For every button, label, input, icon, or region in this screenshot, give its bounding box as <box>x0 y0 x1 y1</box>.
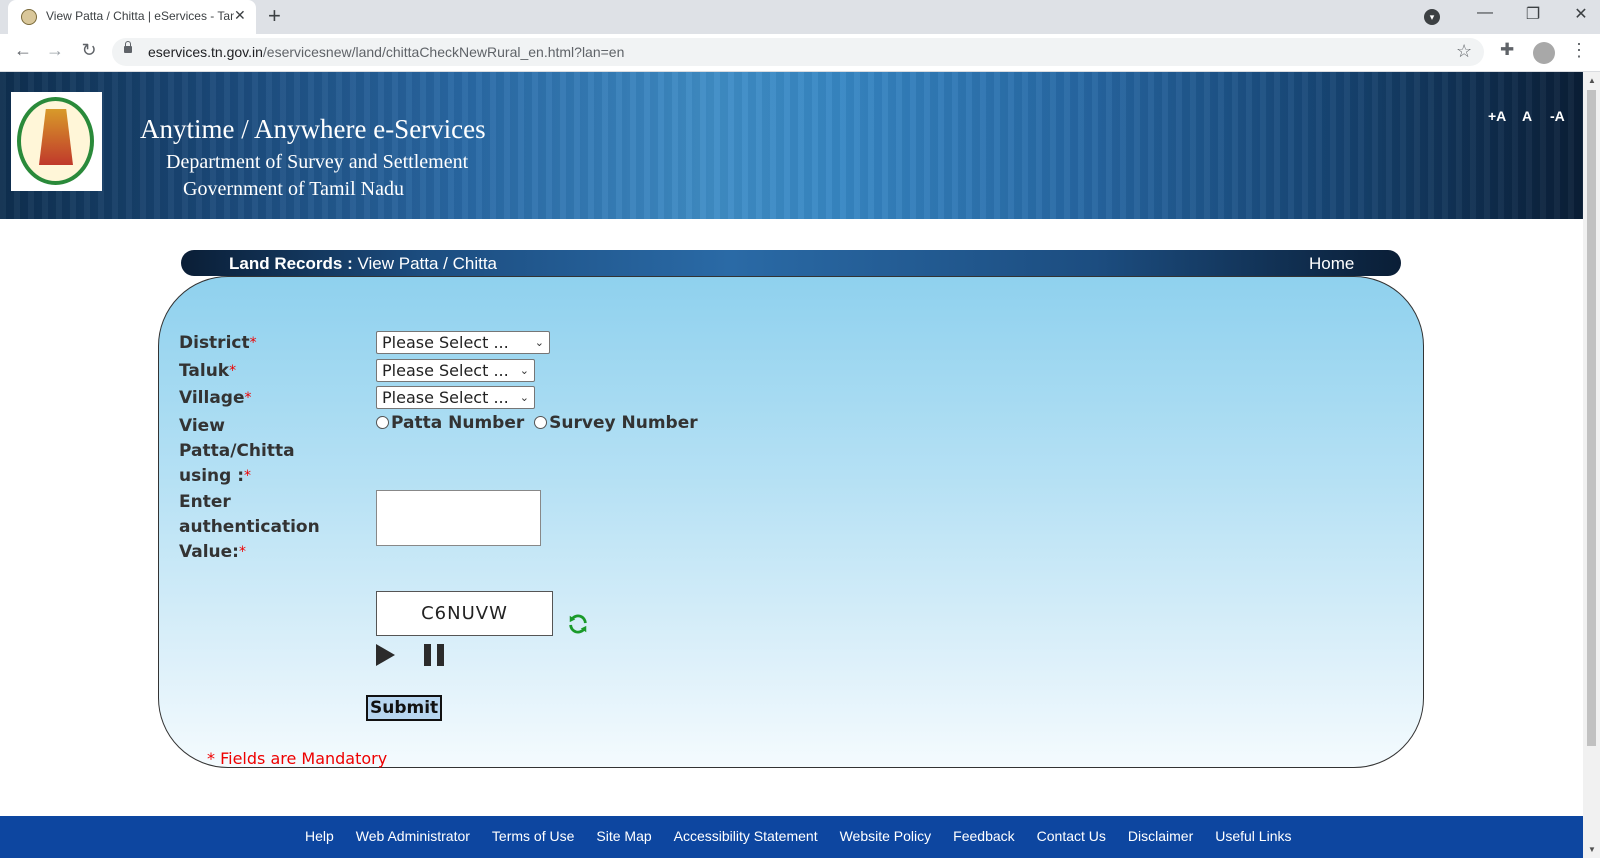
submit-button[interactable]: Submit <box>366 695 443 721</box>
village-label: Village* <box>179 386 359 411</box>
view-using-radio-group: Patta Number Survey Number <box>376 413 698 433</box>
extensions-icon[interactable]: ✚ <box>1500 40 1514 60</box>
close-icon[interactable]: ✕ <box>1566 4 1596 24</box>
auth-value-label: Enter authentication Value:* <box>179 490 339 565</box>
footer-link-useful-links[interactable]: Useful Links <box>1215 828 1291 844</box>
section-title-rest: View Patta / Chitta <box>352 254 498 273</box>
footer-links: Help Web Administrator Terms of Use Site Ma… <box>305 828 1314 844</box>
url-host: eservices.tn.gov.in <box>148 44 263 60</box>
district-select[interactable]: Please Select ... ⌄ <box>376 331 550 354</box>
avatar[interactable] <box>1533 42 1555 64</box>
survey-number-label[interactable]: Survey Number <box>549 413 697 433</box>
footer-link-disclaimer[interactable]: Disclaimer <box>1128 828 1193 844</box>
pause-audio-icon[interactable] <box>424 644 446 666</box>
district-label-text: District <box>179 333 250 353</box>
taluk-select[interactable]: Please Select ... ⌄ <box>376 359 535 382</box>
taluk-select-value: Please Select ... <box>382 361 509 380</box>
captcha-image: C6NUVW <box>376 591 553 636</box>
patta-number-radio[interactable] <box>376 415 389 429</box>
footer-link-site-map[interactable]: Site Map <box>596 828 651 844</box>
kebab-menu-icon[interactable]: ⋮ <box>1570 40 1588 61</box>
patta-number-label[interactable]: Patta Number <box>391 413 524 433</box>
url-path: /eservicesnew/land/chittaCheckNewRural_e… <box>262 44 625 60</box>
page-scrollbar[interactable]: ▲ ▼ <box>1583 72 1600 858</box>
restore-icon[interactable]: ❐ <box>1518 4 1548 24</box>
scroll-up-icon[interactable]: ▲ <box>1588 76 1596 85</box>
scroll-thumb[interactable] <box>1587 90 1596 746</box>
lock-icon[interactable] <box>124 41 132 53</box>
section-title: Land Records : View Patta / Chitta <box>229 254 497 274</box>
required-mark: * <box>244 390 252 406</box>
tab-search-icon[interactable]: ▾ <box>1424 9 1440 25</box>
browser-tabbar: View Patta / Chitta | eServices - Tamil … <box>0 0 1600 34</box>
district-select-value: Please Select ... <box>382 333 509 352</box>
tab-close-icon[interactable]: ✕ <box>234 7 246 24</box>
footer-link-feedback[interactable]: Feedback <box>953 828 1014 844</box>
tamil-nadu-emblem-logo <box>11 92 102 191</box>
reload-icon[interactable]: ↻ <box>76 40 102 61</box>
survey-number-radio[interactable] <box>534 415 548 429</box>
required-mark: * <box>238 544 246 560</box>
taluk-label-text: Taluk <box>179 361 230 381</box>
section-header-bar: Land Records : View Patta / Chitta Home <box>181 250 1401 276</box>
banner-title: Anytime / Anywhere e-Services <box>140 114 486 144</box>
village-select[interactable]: Please Select ... ⌄ <box>376 386 535 409</box>
footer-link-accessibility-statement[interactable]: Accessibility Statement <box>674 828 818 844</box>
browser-tab[interactable]: View Patta / Chitta | eServices - Tamil … <box>8 0 256 34</box>
address-bar[interactable]: eservices.tn.gov.in/eservicesnew/land/ch… <box>112 38 1484 66</box>
footer-link-help[interactable]: Help <box>305 828 334 844</box>
village-label-text: Village <box>179 388 245 408</box>
star-icon[interactable]: ☆ <box>1456 41 1472 62</box>
view-using-label: View Patta/Chitta using :* <box>179 414 329 489</box>
footer-link-web-administrator[interactable]: Web Administrator <box>356 828 470 844</box>
refresh-captcha-icon[interactable] <box>567 613 589 635</box>
scroll-down-icon[interactable]: ▼ <box>1588 845 1596 854</box>
tab-title: View Patta / Chitta | eServices - Tamil … <box>46 9 234 23</box>
chevron-down-icon: ⌄ <box>534 336 544 349</box>
chevron-down-icon: ⌄ <box>519 364 529 377</box>
font-decrease-button[interactable]: -A <box>1550 108 1565 124</box>
play-audio-icon[interactable] <box>376 644 395 666</box>
mandatory-fields-note: * Fields are Mandatory <box>207 749 388 768</box>
site-banner: Anytime / Anywhere e-Services Department… <box>0 72 1583 219</box>
banner-department: Department of Survey and Settlement <box>166 151 469 173</box>
site-favicon-icon <box>21 9 37 25</box>
page-viewport: Anytime / Anywhere e-Services Department… <box>0 72 1583 858</box>
browser-toolbar: ← → ↻ eservices.tn.gov.in/eservicesnew/l… <box>0 34 1600 72</box>
taluk-label: Taluk* <box>179 359 359 384</box>
footer-link-contact-us[interactable]: Contact Us <box>1037 828 1106 844</box>
required-mark: * <box>244 468 252 484</box>
footer-link-website-policy[interactable]: Website Policy <box>840 828 932 844</box>
banner-government: Government of Tamil Nadu <box>183 178 404 200</box>
section-title-bold: Land Records : <box>229 254 353 273</box>
required-mark: * <box>229 363 237 379</box>
new-tab-icon[interactable]: + <box>268 3 281 29</box>
forward-icon[interactable]: → <box>42 40 68 61</box>
back-icon[interactable]: ← <box>10 40 36 61</box>
required-mark: * <box>249 335 257 351</box>
chevron-down-icon: ⌄ <box>519 391 529 404</box>
home-link[interactable]: Home <box>1309 254 1354 274</box>
auth-value-input[interactable] <box>376 490 541 546</box>
font-normal-button[interactable]: A <box>1522 108 1532 124</box>
minimize-icon[interactable]: — <box>1470 4 1500 22</box>
url-text[interactable]: eservices.tn.gov.in/eservicesnew/land/ch… <box>148 44 624 60</box>
district-label: District* <box>179 331 359 356</box>
font-increase-button[interactable]: +A <box>1488 108 1506 124</box>
village-select-value: Please Select ... <box>382 388 509 407</box>
site-footer: Help Web Administrator Terms of Use Site Ma… <box>0 816 1583 858</box>
auth-value-label-text: Enter authentication Value: <box>179 492 320 562</box>
footer-link-terms-of-use[interactable]: Terms of Use <box>492 828 574 844</box>
view-using-label-text: View Patta/Chitta using : <box>179 416 295 486</box>
patta-chitta-form: District* Please Select ... ⌄ Taluk* Plea… <box>158 276 1424 768</box>
